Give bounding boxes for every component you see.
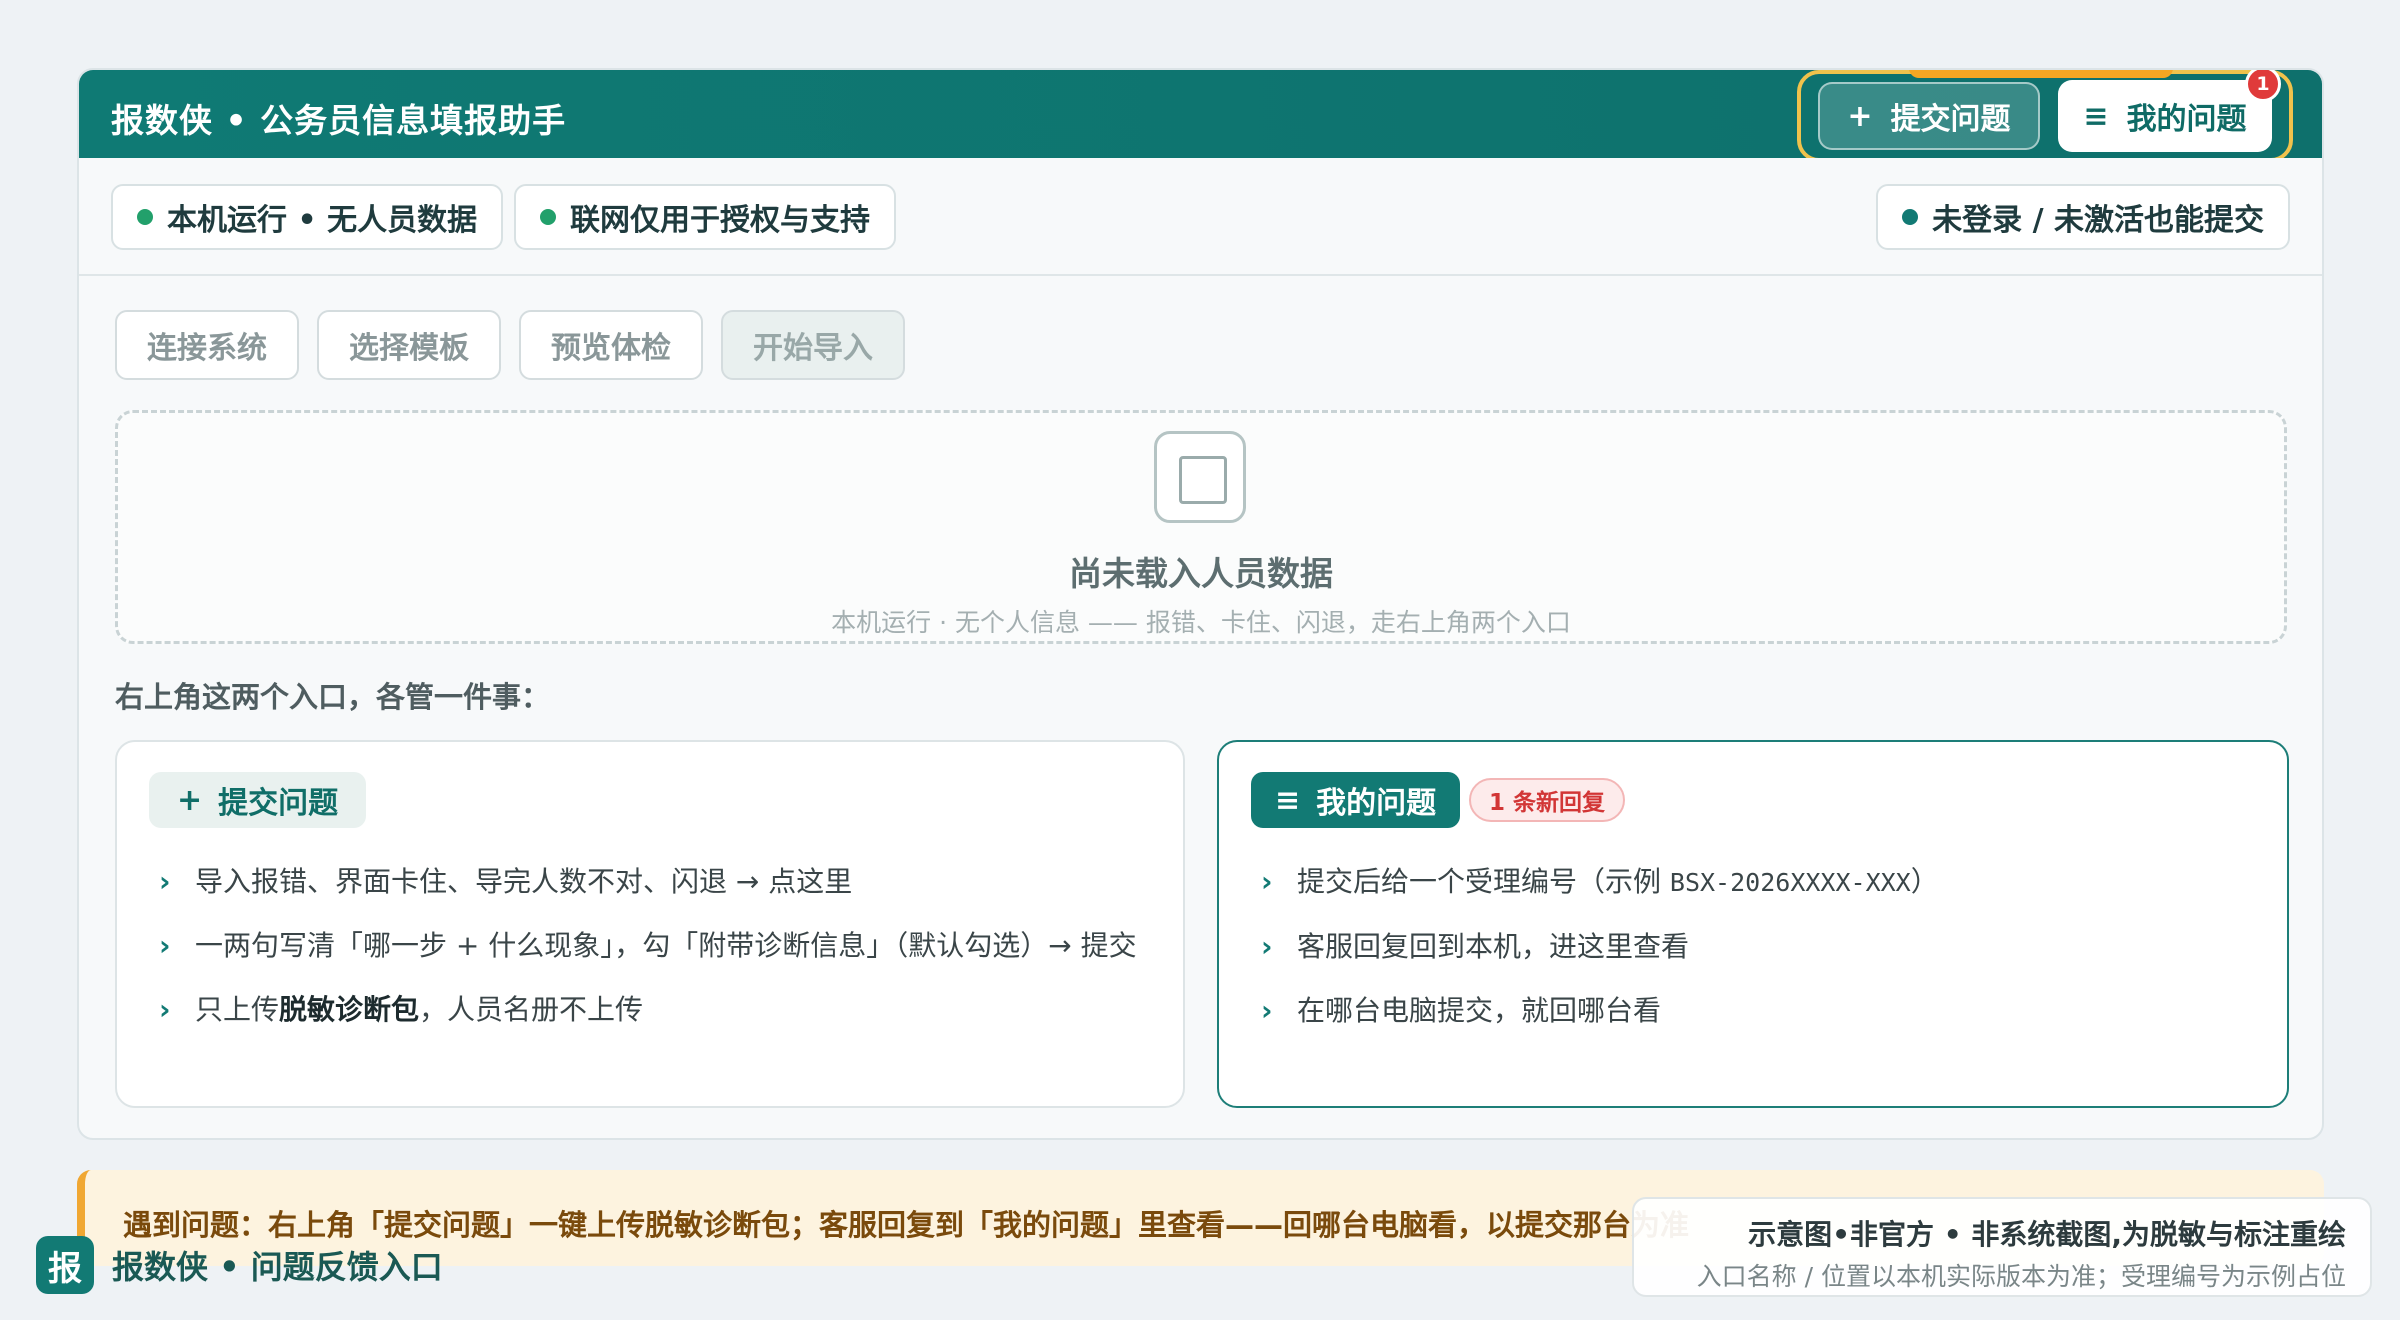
list-item: 在哪台电脑提交，就回哪台看 [1257,989,2247,1033]
list-item-text: ，人员名册不上传 [419,993,644,1026]
list-item: 一两句写清「哪一步 + 什么现象」，勾「附带诊断信息」（默认勾选）→ 提交 [155,924,1145,968]
title-bar: 报数侠 • 公务员信息填报助手 + 提交问题 ≡ 我的问题 1 [79,70,2322,162]
submit-issue-card: + 提交问题 导入报错、界面卡住、导完人数不对、闪退 → 点这里 一两句写清「哪… [115,740,1185,1108]
disclaimer-subtitle: 入口名称 / 位置以本机实际版本为准；受理编号为示例占位 [1696,1262,2346,1291]
status-network-text: 联网仅用于授权与支持 [570,203,870,238]
disclaimer-title: 示意图•非官方 • 非系统截图,为脱敏与标注重绘 [1748,1218,2346,1251]
my-issues-card: ≡ 我的问题 1 条新回复 提交后给一个受理编号（示例 BSX-2026XXXX… [1217,740,2289,1108]
status-login-text: 未登录 / 未激活也能提交 [1932,203,2264,238]
my-issues-chip: ≡ 我的问题 [1251,772,1461,828]
status-dot-icon [1902,209,1919,225]
my-issues-label: 我的问题 [2126,102,2247,137]
my-issues-button[interactable]: ≡ 我的问题 [2058,80,2272,152]
status-local-pill: 本机运行 • 无人员数据 [111,184,504,250]
step-tabs: 连接系统 选择模板 预览体检 开始导入 [115,310,905,380]
step-connect-system[interactable]: 连接系统 [115,310,299,380]
app-window: 报数侠 • 公务员信息填报助手 + 提交问题 ≡ 我的问题 1 本机运行 • 无… [77,68,2324,1140]
status-dot-icon [540,209,556,225]
new-reply-badge: 1 条新回复 [1469,778,1626,822]
step-select-template[interactable]: 选择模板 [317,310,501,380]
annotation-highlight-tab [1909,70,2173,78]
section-label: 右上角这两个入口，各管一件事： [115,680,551,714]
status-login-pill: 未登录 / 未激活也能提交 [1876,184,2290,250]
submit-issue-chip-label: 提交问题 [218,786,339,821]
list-item: 只上传脱敏诊断包，人员名册不上传 [155,988,1145,1032]
footer-brand: 报 报数侠 • 问题反馈入口 [36,1236,443,1294]
list-icon: ≡ [1275,782,1301,818]
list-item-text: ） [1910,865,1939,898]
submit-issue-list: 导入报错、界面卡住、导完人数不对、闪退 → 点这里 一两句写清「哪一步 + 什么… [155,860,1145,1052]
app-title: 报数侠 • 公务员信息填报助手 [111,101,567,140]
list-item: 客服回复回到本机，进这里查看 [1257,925,2247,969]
step-preview-check[interactable]: 预览体检 [519,310,703,380]
status-dot-icon [137,209,153,225]
status-local-text: 本机运行 • 无人员数据 [167,203,478,238]
plus-icon: + [177,782,203,818]
my-issues-chip-label: 我的问题 [1316,786,1437,821]
plus-icon: + [1847,98,1873,134]
list-item-text: 提交后给一个受理编号（示例 [1297,865,1670,898]
ticket-id-example: BSX-2026XXXX-XXX [1669,868,1911,897]
submit-issue-label: 提交问题 [1890,102,2011,137]
status-bar: 本机运行 • 无人员数据 联网仅用于授权与支持 未登录 / 未激活也能提交 [79,158,2322,276]
my-issues-list: 提交后给一个受理编号（示例 BSX-2026XXXX-XXX） 客服回复回到本机… [1257,860,2247,1053]
submit-issue-chip: + 提交问题 [149,772,367,828]
dropzone-subtitle: 本机运行 · 无个人信息 —— 报错、卡住、闪退，走右上角两个入口 [831,608,1571,637]
submit-issue-button[interactable]: + 提交问题 [1818,82,2040,150]
dropzone-title: 尚未载入人员数据 [1069,554,1333,593]
step-start-import[interactable]: 开始导入 [721,310,905,380]
disclaimer-box: 示意图•非官方 • 非系统截图,为脱敏与标注重绘 入口名称 / 位置以本机实际版… [1632,1197,2372,1297]
list-item: 导入报错、界面卡住、导完人数不对、闪退 → 点这里 [155,860,1145,904]
list-item-text: 只上传 [195,993,280,1026]
brand-logo-icon: 报 [36,1236,94,1294]
data-dropzone[interactable]: 尚未载入人员数据 本机运行 · 无个人信息 —— 报错、卡住、闪退，走右上角两个… [115,410,2287,644]
list-icon: ≡ [2083,98,2109,134]
status-network-pill: 联网仅用于授权与支持 [514,184,896,250]
list-item: 提交后给一个受理编号（示例 BSX-2026XXXX-XXX） [1257,860,2247,905]
brand-name: 报数侠 • 问题反馈入口 [112,1248,443,1286]
empty-box-icon [1154,431,1246,523]
list-item-emphasis: 脱敏诊断包 [279,993,420,1026]
